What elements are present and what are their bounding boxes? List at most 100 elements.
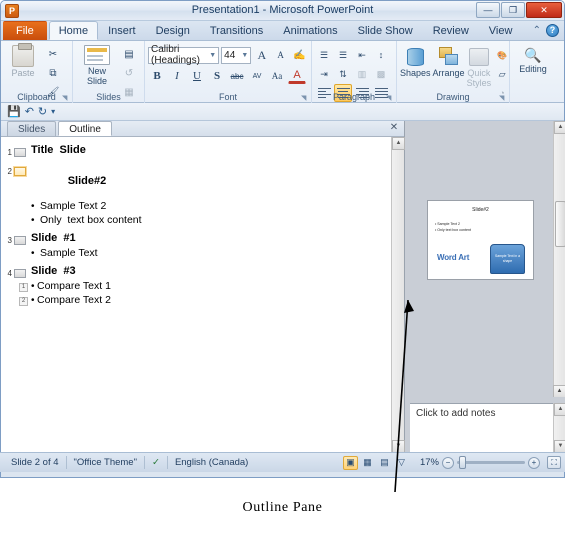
maximize-button[interactable]: ❐	[501, 2, 525, 18]
font-color-icon[interactable]: A	[288, 68, 306, 84]
view-normal-button[interactable]: ▣	[343, 455, 358, 470]
help-icon[interactable]: ?	[546, 24, 559, 37]
ribbon-group-slides: New Slide ▤ ↺ ▦ Slides	[73, 41, 145, 103]
numbering-icon[interactable]: ☰	[334, 46, 352, 64]
shrink-font-icon[interactable]: A	[272, 46, 289, 64]
outline-scrollbar[interactable]: ▲ ▼	[391, 137, 405, 453]
new-slide-icon	[84, 45, 110, 65]
slide-preview-shape: Sample Text in a shape	[490, 244, 525, 274]
cut-icon[interactable]: ✂	[44, 45, 62, 63]
slide-thumb-icon	[14, 269, 26, 278]
undo-icon[interactable]: ↶	[25, 105, 34, 118]
shape-fill-icon[interactable]: 🎨	[493, 46, 511, 64]
tab-slides[interactable]: Slides	[7, 121, 57, 136]
bullets-icon[interactable]: ☰	[315, 46, 333, 64]
paragraph-dialog-launcher[interactable]: ◥	[386, 94, 394, 102]
minimize-ribbon-icon[interactable]: ⌃	[533, 25, 541, 36]
view-slideshow-button[interactable]: ▽	[394, 456, 409, 470]
clear-formatting-icon[interactable]: ✍	[291, 46, 308, 64]
close-button[interactable]: ✕	[526, 2, 562, 18]
outline-bullet-row[interactable]: • Only text box content	[1, 214, 404, 228]
outline-slide-row[interactable]: 4 Slide #3	[1, 264, 404, 280]
layout-icon[interactable]: ▤	[120, 45, 138, 63]
spell-check-icon[interactable]: ✓	[145, 456, 168, 469]
notes-pane[interactable]: Click to add notes	[410, 403, 553, 453]
outline-content[interactable]: 1 Title Slide 2 Slide#2 • Sample Text 2	[1, 137, 404, 453]
underline-icon[interactable]: U	[188, 67, 206, 85]
tab-transitions[interactable]: Transitions	[200, 21, 273, 40]
outline-bullet-row[interactable]: • Sample Text 2	[1, 200, 404, 214]
zoom-slider[interactable]	[457, 456, 525, 469]
slide-canvas[interactable]: Slide#2 • Sample Text 2 • Only text box …	[405, 121, 565, 397]
tab-slide-show[interactable]: Slide Show	[348, 21, 423, 40]
notes-area: Click to add notes ▲ ▼	[405, 397, 565, 453]
bullet-text: Sample Text 2	[40, 200, 107, 212]
tab-home[interactable]: Home	[48, 21, 99, 40]
grow-font-icon[interactable]: A	[253, 46, 270, 64]
text-shadow-icon[interactable]: S	[208, 67, 226, 85]
slide-count-label[interactable]: Slide 2 of 4	[4, 456, 67, 469]
decrease-indent-icon[interactable]: ⇤	[353, 46, 371, 64]
bold-icon[interactable]: B	[148, 67, 166, 85]
editing-label: Editing	[519, 64, 547, 74]
customize-qat-icon[interactable]: ▾	[51, 107, 55, 116]
shape-outline-icon[interactable]: ▱	[493, 65, 511, 83]
font-name-combo[interactable]: Calibri (Headings) ▼	[148, 44, 220, 66]
scroll-up-icon[interactable]: ▲	[392, 137, 405, 150]
change-case-icon[interactable]: Aa	[268, 67, 286, 85]
tab-review[interactable]: Review	[423, 21, 479, 40]
font-size-combo[interactable]: 44 ▼	[221, 46, 252, 64]
text-direction-icon[interactable]: ⇅	[334, 65, 352, 83]
scrollbar-thumb[interactable]	[555, 201, 565, 247]
view-reading-button[interactable]: ▤	[377, 456, 392, 470]
italic-icon[interactable]: I	[168, 67, 186, 85]
scroll-up-icon[interactable]: ▲	[554, 403, 565, 416]
tab-view[interactable]: View	[479, 21, 523, 40]
tab-animations[interactable]: Animations	[273, 21, 347, 40]
theme-label[interactable]: "Office Theme"	[67, 456, 145, 469]
collapse-marker-icon[interactable]: 2	[19, 297, 28, 306]
outline-slide-row[interactable]: 3 Slide #1	[1, 231, 404, 247]
collapse-marker-icon[interactable]: 1	[19, 283, 28, 292]
drawing-dialog-launcher[interactable]: ◥	[499, 94, 507, 102]
save-icon[interactable]: 💾	[7, 105, 21, 118]
bullet-dot-icon: •	[31, 295, 35, 306]
notes-scrollbar[interactable]: ▲ ▼	[553, 403, 565, 453]
line-spacing-icon[interactable]: ↕	[372, 46, 390, 64]
copy-icon[interactable]: ⧉	[44, 64, 62, 82]
outline-slide-row[interactable]: 1 Title Slide	[1, 143, 404, 159]
convert-smartart-icon[interactable]: ▩	[372, 65, 390, 83]
close-pane-icon[interactable]: ✕	[388, 122, 400, 133]
tab-insert[interactable]: Insert	[98, 21, 146, 40]
view-slide-sorter-button[interactable]: ▦	[360, 456, 375, 470]
scroll-up-icon[interactable]: ▲	[554, 121, 565, 134]
slide-preview[interactable]: Slide#2 • Sample Text 2 • Only text box …	[427, 200, 534, 280]
group-label-paragraph: Paragraph	[332, 92, 376, 102]
reset-icon[interactable]: ↺	[120, 64, 138, 82]
outline-pane: Slides Outline ✕ 1 Title Slide 2 Slide#2	[1, 121, 405, 453]
character-spacing-icon[interactable]: AV	[248, 67, 266, 85]
font-dialog-launcher[interactable]: ◥	[301, 94, 309, 102]
redo-icon[interactable]: ↻	[38, 105, 47, 118]
language-label[interactable]: English (Canada)	[168, 456, 255, 469]
clipboard-dialog-launcher[interactable]: ◥	[62, 94, 70, 102]
tab-outline[interactable]: Outline	[58, 121, 112, 136]
outline-bullet-row[interactable]: • Sample Text	[1, 247, 404, 261]
zoom-percent-label[interactable]: 17%	[415, 457, 439, 468]
fit-to-window-button[interactable]: ⛶	[547, 456, 561, 469]
align-text-icon[interactable]: ▥	[353, 65, 371, 83]
outline-bullet-row[interactable]: 1 • Compare Text 1	[1, 280, 404, 294]
editing-button[interactable]: 🔍 Editing	[513, 43, 553, 103]
outline-slide-row[interactable]: 2 Slide#2	[1, 162, 404, 200]
tab-design[interactable]: Design	[146, 21, 200, 40]
increase-indent-icon[interactable]: ⇥	[315, 65, 333, 83]
tab-file[interactable]: File	[3, 21, 47, 40]
chevron-down-icon: ▼	[209, 51, 217, 59]
strikethrough-icon[interactable]: abc	[228, 67, 246, 85]
zoom-out-button[interactable]: −	[442, 456, 454, 469]
outline-bullet-row[interactable]: 2 • Compare Text 2	[1, 294, 404, 308]
zoom-in-button[interactable]: +	[528, 456, 540, 469]
zoom-slider-thumb[interactable]	[459, 456, 466, 469]
minimize-button[interactable]: —	[476, 2, 500, 18]
quick-access-toolbar: 💾 ↶ ↻ ▾	[1, 103, 564, 121]
